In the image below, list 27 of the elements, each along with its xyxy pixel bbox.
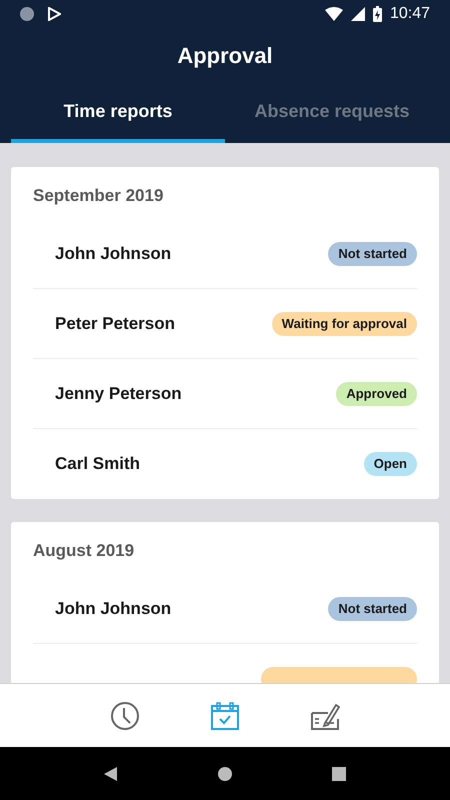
home-icon[interactable] [218,766,232,780]
wifi-icon [324,7,343,21]
clock-icon[interactable] [110,700,140,730]
tab[interactable]: Time reports [11,83,225,143]
employee-name[interactable]: Peter Peterson [55,310,175,336]
employee-name[interactable]: John Johnson [55,596,172,622]
signal-icon [350,7,365,21]
employee-name[interactable]: John Johnson [55,240,172,266]
battery-icon [372,6,382,22]
notification-icon [20,7,34,21]
employee-name[interactable]: Carl Smith [55,451,140,477]
employee-name[interactable]: Jenny Peterson [55,380,182,406]
back-icon[interactable] [104,766,118,780]
page-title: Approval [177,42,273,70]
status-time: 10:47 [390,4,430,24]
status-badge: Not started [328,242,417,266]
tab[interactable]: Absence requests [225,83,439,143]
month-heading: September 2019 [33,185,164,207]
status-badge: Not started [328,596,417,620]
status-badge: Waiting for approval [272,312,417,336]
month-heading: August 2019 [33,540,134,562]
status-badge: Open [364,452,417,476]
calendar-check-icon[interactable] [210,700,240,730]
recents-icon[interactable] [332,766,346,780]
pen-on-paper-icon[interactable] [310,700,340,730]
play-icon [48,7,61,21]
status-badge: Approved [336,382,417,406]
